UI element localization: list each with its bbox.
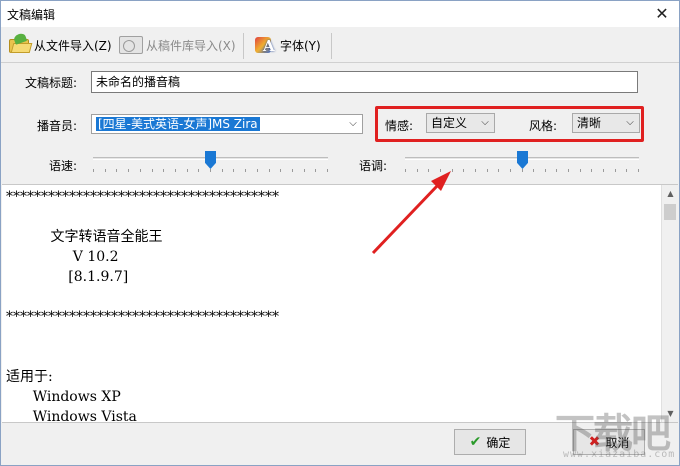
import-from-library-button[interactable]: 从稿件库导入(X): [115, 33, 240, 57]
slider-tick: [257, 169, 258, 172]
slider-thumb[interactable]: [517, 151, 528, 169]
slider-tick: [498, 169, 499, 172]
editor-line: [6, 287, 656, 307]
slider-tick: [327, 169, 328, 172]
ok-button[interactable]: ✔ 确定: [454, 429, 526, 455]
slider-tick: [463, 169, 464, 172]
slider-tick: [626, 169, 627, 172]
watermark-url: www.xiazaiba.com: [563, 449, 676, 460]
slider-tick: [638, 169, 639, 172]
slider-tick: [210, 169, 211, 172]
chevron-down-icon: ⌵: [349, 118, 357, 129]
speaker-label: 播音员:: [37, 119, 78, 133]
import-from-file-button[interactable]: 从文件导入(Z): [5, 32, 116, 57]
ok-label: 确定: [486, 435, 511, 450]
slider-tick: [245, 169, 246, 172]
slider-tick: [105, 169, 106, 172]
editor-line: 文字转语音全能王: [6, 229, 163, 245]
font-button[interactable]: A 字体(Y): [251, 33, 325, 57]
editor-line: [6, 347, 656, 367]
title-field-label: 文稿标题:: [25, 76, 78, 90]
editor-line: [6, 207, 656, 227]
slider-tick: [487, 169, 488, 172]
title-bar: 文稿编辑 ✕: [1, 1, 679, 27]
toolbar-separator: [331, 33, 332, 59]
pitch-label: 语调:: [359, 159, 388, 173]
scroll-up-icon[interactable]: ▲: [662, 185, 678, 202]
slider-tick: [510, 169, 511, 172]
slider-ticks: [405, 169, 639, 173]
editor-content[interactable]: *************************************** …: [2, 185, 660, 422]
slider-tick: [116, 169, 117, 172]
speaker-selected-value: [四星-美式英语-女声]MS Zira: [96, 117, 260, 131]
slider-tick: [591, 169, 592, 172]
window-title: 文稿编辑: [7, 8, 56, 22]
folder-open-icon: [9, 32, 33, 54]
editor-line: ***************************************: [6, 309, 279, 325]
slider-tick: [522, 169, 523, 172]
watermark-logo: 下载吧 www.xiazaiba.com: [549, 401, 677, 465]
slider-tick: [222, 169, 223, 172]
slider-tick: [475, 169, 476, 172]
slider-tick: [163, 169, 164, 172]
slider-tick: [603, 169, 604, 172]
slider-tick: [292, 169, 293, 172]
slider-tick: [568, 169, 569, 172]
slider-tick: [405, 169, 406, 172]
slider-tick: [187, 169, 188, 172]
highlight-box: [375, 106, 644, 142]
slider-tick: [304, 169, 305, 172]
slider-tick: [428, 169, 429, 172]
slider-tick: [152, 169, 153, 172]
text-editor[interactable]: *************************************** …: [2, 184, 678, 423]
editor-line: 适用于:: [6, 369, 53, 385]
editor-line: [6, 327, 656, 347]
slider-tick: [140, 169, 141, 172]
slider-tick: [533, 169, 534, 172]
title-input[interactable]: 未命名的播音稿: [91, 71, 638, 93]
slider-tick: [440, 169, 441, 172]
slider-thumb[interactable]: [205, 151, 216, 169]
dialog-window: 文稿编辑 ✕ 从文件导入(Z) 从稿件库导入(X) A 字体(Y) 文稿标题: …: [0, 0, 680, 466]
slider-tick: [452, 169, 453, 172]
pitch-slider[interactable]: [405, 151, 639, 181]
slider-tick: [556, 169, 557, 172]
speed-label: 语速:: [49, 159, 78, 173]
toolbar-separator: [243, 33, 244, 59]
slider-tick: [615, 169, 616, 172]
slider-tick: [269, 169, 270, 172]
slider-tick: [175, 169, 176, 172]
slider-tick: [93, 169, 94, 172]
scroll-thumb[interactable]: [664, 204, 676, 220]
import-from-library-label: 从稿件库导入(X): [146, 38, 236, 53]
slider-tick: [198, 169, 199, 172]
speaker-select[interactable]: [四星-美式英语-女声]MS Zira ⌵: [91, 114, 363, 134]
font-icon: A: [255, 35, 277, 55]
slider-tick: [280, 169, 281, 172]
close-icon[interactable]: ✕: [645, 1, 679, 27]
font-label: 字体(Y): [280, 38, 321, 53]
checkmark-icon: ✔: [469, 434, 482, 450]
slider-tick: [233, 169, 234, 172]
editor-line: ***************************************: [6, 189, 279, 205]
editor-line: V 10.2: [6, 249, 119, 265]
slider-tick: [128, 169, 129, 172]
slider-tick: [545, 169, 546, 172]
slider-tick: [417, 169, 418, 172]
vertical-scrollbar[interactable]: ▲ ▼: [661, 185, 678, 422]
speed-slider[interactable]: [93, 151, 328, 181]
slider-tick: [315, 169, 316, 172]
library-icon: [119, 36, 143, 54]
slider-ticks: [93, 169, 328, 173]
import-from-file-label: 从文件导入(Z): [34, 38, 112, 53]
toolbar: 从文件导入(Z) 从稿件库导入(X) A 字体(Y): [1, 27, 679, 63]
slider-tick: [580, 169, 581, 172]
editor-line: [8.1.9.7]: [6, 269, 129, 285]
